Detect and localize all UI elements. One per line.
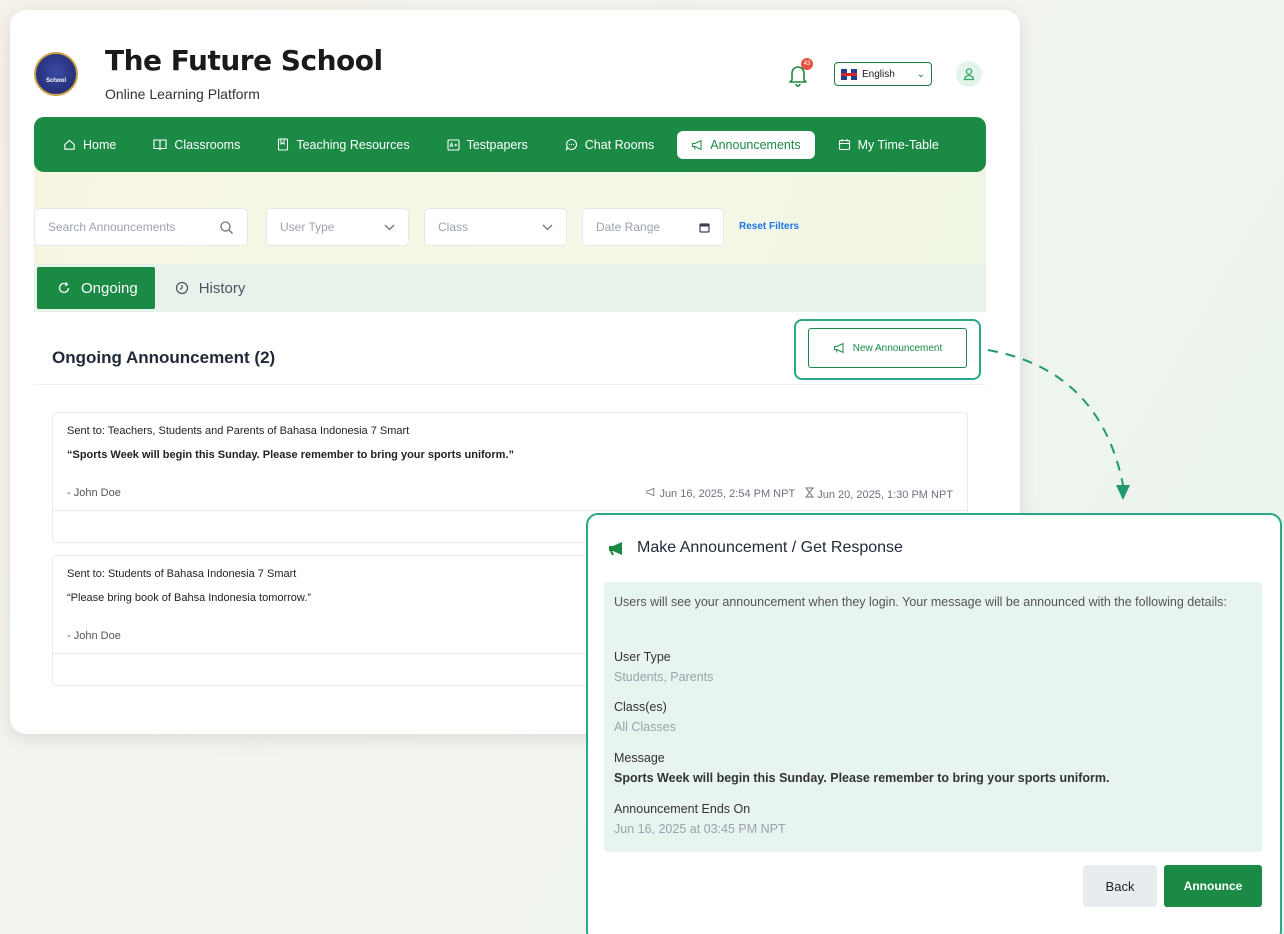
nav-item-chat-rooms[interactable]: Chat Rooms: [551, 131, 668, 159]
language-select[interactable]: English ⌄: [834, 62, 932, 86]
filters-bar: Search Announcements User Type Class Dat…: [34, 208, 986, 246]
clock-icon: [175, 281, 188, 295]
nav-label: Teaching Resources: [296, 137, 410, 152]
class-select[interactable]: Class: [424, 208, 567, 246]
reset-filters-link[interactable]: Reset Filters: [739, 221, 799, 232]
modal-title: Make Announcement / Get Response: [608, 539, 903, 557]
megaphone-icon: [646, 487, 655, 497]
end-date-text: Jun 20, 2025, 1:30 PM NPT: [817, 489, 953, 501]
classes-label: Class(es): [614, 700, 667, 714]
nav-label: Classrooms: [174, 137, 241, 152]
calendar-icon: [699, 222, 710, 233]
avatar[interactable]: [956, 61, 982, 87]
date-range-input[interactable]: Date Range: [582, 208, 724, 246]
logo-text: School: [45, 78, 66, 84]
back-button[interactable]: Back: [1083, 865, 1157, 907]
tab-history[interactable]: History: [155, 267, 263, 309]
tab-ongoing[interactable]: Ongoing: [37, 267, 155, 309]
uk-flag-icon: [841, 68, 857, 80]
book-icon: [278, 138, 289, 151]
end-date: Jun 20, 2025, 1:30 PM NPT: [805, 487, 953, 501]
chat-icon: [565, 138, 577, 151]
panel-title: Ongoing Announcement (2): [52, 348, 276, 367]
search-icon: [220, 220, 233, 234]
user-type-label: User Type: [614, 650, 671, 664]
announcement-message: “Sports Week will begin this Sunday. Ple…: [67, 449, 515, 461]
notification-badge: 43: [801, 58, 813, 70]
tabs-bar: Ongoing History: [34, 264, 986, 312]
card-footer-divider: [53, 510, 967, 511]
chevron-down-icon: ⌄: [916, 68, 925, 80]
announcement-message: “Please bring book of Bahsa Indonesia to…: [67, 592, 311, 604]
announcement-recipients: Sent to: Students of Bahasa Indonesia 7 …: [67, 568, 297, 580]
nav-label: Announcements: [710, 137, 801, 152]
new-announcement-label: New Announcement: [852, 342, 943, 354]
chevron-down-icon: [384, 224, 395, 230]
nav-item-home[interactable]: Home: [49, 131, 130, 159]
search-placeholder: Search Announcements: [48, 220, 176, 234]
announcement-author: - John Doe: [67, 630, 121, 642]
announcement-author: - John Doe: [67, 487, 121, 499]
announcement-confirm-modal: Make Announcement / Get Response Users w…: [586, 513, 1282, 934]
nav-item-testpapers[interactable]: Testpapers: [433, 131, 542, 159]
nav-item-teaching-resources[interactable]: Teaching Resources: [263, 131, 423, 159]
user-type-select[interactable]: User Type: [266, 208, 409, 246]
nav-label: My Time-Table: [857, 137, 939, 152]
date-range-label: Date Range: [596, 220, 661, 234]
modal-title-text: Make Announcement / Get Response: [637, 539, 903, 556]
message-label: Message: [614, 751, 665, 765]
new-announcement-button[interactable]: New Announcement: [808, 328, 967, 368]
megaphone-icon: [833, 342, 844, 354]
message-value: Sports Week will begin this Sunday. Plea…: [614, 771, 1110, 785]
school-logo[interactable]: School: [34, 52, 78, 96]
app-header: School The Future School Online Learning…: [10, 10, 1020, 117]
dashed-arrow-connector: [987, 349, 1130, 500]
book-open-icon: [153, 139, 167, 151]
class-label: Class: [438, 220, 469, 234]
classes-value: All Classes: [614, 720, 676, 734]
user-icon: [963, 68, 975, 81]
user-type-label: User Type: [280, 220, 335, 234]
user-type-value: Students, Parents: [614, 670, 714, 684]
posted-date: Jun 16, 2025, 2:54 PM NPT: [645, 487, 795, 501]
nav-item-classrooms[interactable]: Classrooms: [139, 131, 254, 159]
nav-label: Chat Rooms: [584, 137, 655, 152]
announcement-dates: Jun 16, 2025, 2:54 PM NPT Jun 20, 2025, …: [645, 487, 953, 501]
posted-date-text: Jun 16, 2025, 2:54 PM NPT: [659, 488, 796, 500]
modal-intro: Users will see your announcement when th…: [614, 595, 1227, 609]
chevron-down-icon: [542, 224, 553, 230]
testpaper-icon: [447, 138, 460, 151]
tab-label: History: [198, 279, 246, 297]
nav-label: Home: [83, 137, 117, 152]
tab-label: Ongoing: [81, 279, 138, 297]
modal-details: Users will see your announcement when th…: [604, 582, 1262, 852]
main-nav: Home Classrooms Teaching Resources Testp…: [34, 117, 986, 172]
megaphone-icon: [609, 541, 622, 555]
nav-item-announcements[interactable]: Announcements: [677, 130, 815, 159]
ends-on-label: Announcement Ends On: [614, 802, 751, 816]
app-subtitle: Online Learning Platform: [105, 86, 260, 102]
divider: [34, 384, 986, 385]
language-label: English: [862, 68, 895, 80]
announce-button[interactable]: Announce: [1164, 865, 1262, 907]
megaphone-icon: [692, 139, 702, 150]
hourglass-icon: [805, 487, 815, 498]
nav-label: Testpapers: [466, 137, 528, 152]
calendar-icon: [838, 139, 850, 151]
nav-item-my-time-table[interactable]: My Time-Table: [824, 131, 953, 159]
search-input[interactable]: Search Announcements: [34, 208, 248, 246]
refresh-icon: [58, 282, 70, 294]
home-icon: [64, 139, 75, 150]
ends-on-value: Jun 16, 2025 at 03:45 PM NPT: [614, 822, 786, 836]
announcement-recipients: Sent to: Teachers, Students and Parents …: [67, 425, 410, 437]
app-title: The Future School: [105, 44, 383, 77]
